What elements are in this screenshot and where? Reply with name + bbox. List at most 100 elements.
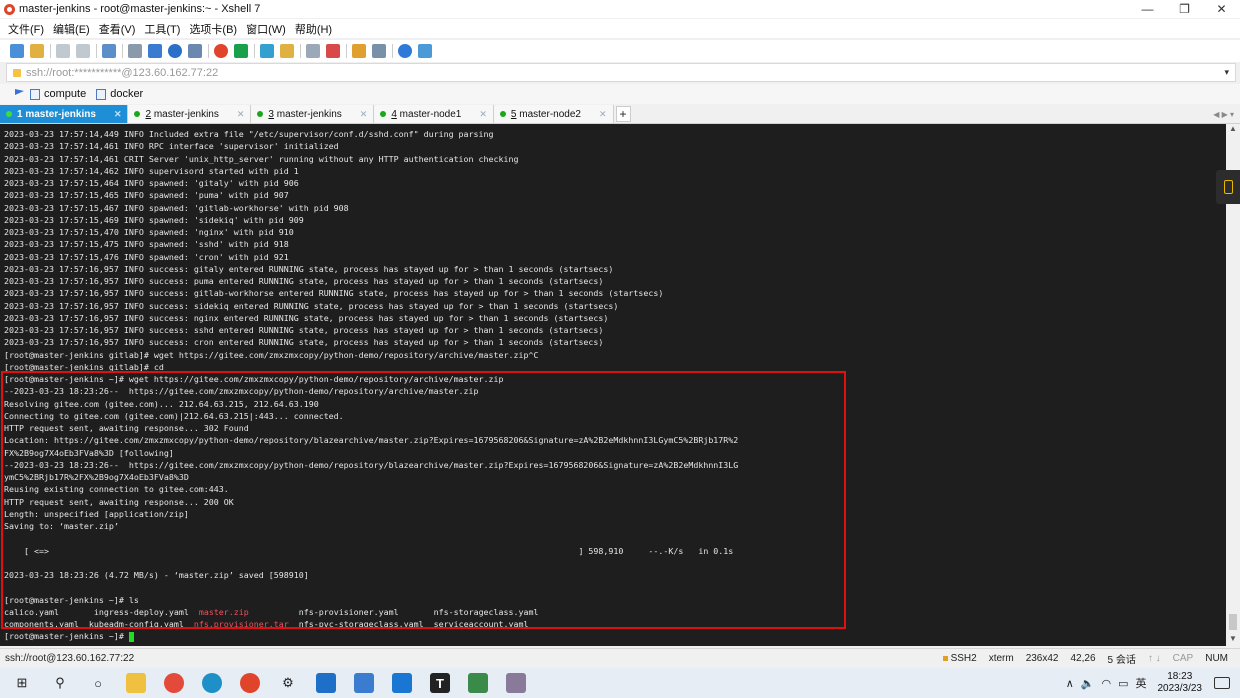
- tab-label: master-node1: [399, 108, 462, 120]
- close-button[interactable]: ✕: [1203, 0, 1240, 18]
- tab-label: master-jenkins: [153, 108, 219, 120]
- terminal-line: 2023-03-23 17:57:15,465 INFO spawned: 'p…: [4, 190, 289, 201]
- close-icon[interactable]: ✕: [114, 109, 122, 120]
- toolbar-separator: [346, 44, 347, 58]
- maximize-button[interactable]: ❐: [1166, 0, 1203, 18]
- tab-number: 2: [145, 108, 152, 120]
- menu-file[interactable]: 文件(F): [8, 21, 44, 37]
- find-icon[interactable]: [128, 44, 142, 58]
- status-cap: CAP: [1172, 653, 1194, 664]
- copy-icon[interactable]: [102, 44, 116, 58]
- search-icon[interactable]: ⚲: [50, 673, 70, 693]
- highlight-icon[interactable]: [326, 44, 340, 58]
- clock[interactable]: 18:23 2023/3/23: [1158, 671, 1203, 695]
- feishu-icon[interactable]: [392, 673, 412, 693]
- terminal-line: 2023-03-23 17:57:14,462 INFO supervisord…: [4, 165, 299, 176]
- keyboard-icon[interactable]: ▭: [1118, 677, 1128, 690]
- lock-icon[interactable]: [280, 44, 294, 58]
- vscode-icon[interactable]: [316, 673, 336, 693]
- clock-time: 18:23: [1167, 671, 1193, 682]
- close-icon[interactable]: ✕: [237, 109, 245, 120]
- new-session-icon[interactable]: [10, 44, 24, 58]
- open-folder-icon[interactable]: [30, 44, 44, 58]
- menu-tabs[interactable]: 选项卡(B): [189, 21, 237, 37]
- font-icon[interactable]: [188, 44, 202, 58]
- tab-session-3[interactable]: 3 master-jenkins ✕: [251, 105, 375, 123]
- address-bar[interactable]: ssh://root:***********@123.60.162.77:22 …: [6, 63, 1236, 82]
- tab-scroll-arrows[interactable]: ◀ ▶ ▾: [1213, 105, 1234, 123]
- keyboard-icon[interactable]: [306, 44, 320, 58]
- toolbar-separator: [392, 44, 393, 58]
- connect-icon[interactable]: [56, 44, 70, 58]
- address-input[interactable]: ssh://root:***********@123.60.162.77:22: [26, 67, 218, 79]
- terminal-line: FX%2B9og7X4oEb3FVa8%3D [following]: [4, 447, 174, 458]
- fullscreen-icon[interactable]: [260, 44, 274, 58]
- xftp-icon[interactable]: [214, 44, 228, 58]
- transfer-icon[interactable]: [234, 44, 248, 58]
- file-name: nfs-provisioner.yaml: [298, 606, 434, 617]
- terminal-settings-icon[interactable]: [148, 44, 162, 58]
- toolbar-separator: [50, 44, 51, 58]
- tab-session-5[interactable]: 5 master-node2 ✕: [493, 105, 614, 123]
- scroll-up-icon[interactable]: ▲: [1226, 124, 1240, 136]
- terminal-line: 2023-03-23 17:57:16,957 INFO success: gi…: [4, 263, 614, 274]
- battery-icon: [1223, 180, 1233, 194]
- add-tab-button[interactable]: +: [615, 106, 631, 122]
- menu-edit[interactable]: 编辑(E): [53, 21, 90, 37]
- task-view-icon[interactable]: ○: [88, 673, 108, 693]
- connected-dot-icon: [257, 111, 264, 117]
- windows-start-icon[interactable]: ⊞: [12, 673, 32, 693]
- wifi-icon[interactable]: ◠: [1101, 677, 1111, 690]
- file-name: kubeadm-config.yaml: [88, 619, 194, 629]
- terminal-line: Connecting to gitee.com (gitee.com)|212.…: [4, 410, 344, 421]
- terminal-line: 2023-03-23 17:57:15,476 INFO spawned: 'c…: [4, 251, 289, 262]
- tab-session-2[interactable]: 2 master-jenkins ✕: [128, 105, 252, 123]
- scroll-thumb[interactable]: [1229, 614, 1237, 630]
- tab-session-1[interactable]: 1 master-jenkins ✕: [0, 105, 129, 123]
- terminal-line: 2023-03-23 17:57:14,449 INFO Included ex…: [4, 129, 494, 139]
- title-bar: master-jenkins - root@master-jenkins:~ -…: [0, 0, 1240, 18]
- globe-icon[interactable]: [168, 44, 182, 58]
- chat-icon[interactable]: [418, 44, 432, 58]
- minimize-button[interactable]: —: [1129, 0, 1166, 18]
- menu-view[interactable]: 查看(V): [99, 21, 136, 37]
- volume-icon[interactable]: 🔈: [1081, 677, 1095, 690]
- notes-icon[interactable]: [354, 673, 374, 693]
- terminal-line: Saving to: ‘master.zip’: [4, 521, 119, 531]
- typora-icon[interactable]: T: [430, 673, 450, 693]
- terminal-line: [root@master-jenkins gitlab]# wget https…: [4, 349, 539, 360]
- file-name: ingress-deploy.yaml: [93, 606, 199, 617]
- settings-gear-icon[interactable]: ⚙: [278, 673, 298, 693]
- close-icon[interactable]: ✕: [599, 109, 607, 120]
- disconnect-icon[interactable]: [76, 44, 90, 58]
- close-icon[interactable]: ✕: [360, 109, 368, 120]
- script-icon[interactable]: [352, 44, 366, 58]
- link-docker[interactable]: docker: [96, 88, 143, 100]
- menu-window[interactable]: 窗口(W): [246, 21, 286, 37]
- app-icon[interactable]: [506, 673, 526, 693]
- xshell-taskbar-icon[interactable]: [240, 673, 260, 693]
- chrome-icon[interactable]: [164, 673, 184, 693]
- link-compute[interactable]: compute: [30, 88, 86, 100]
- close-icon[interactable]: ✕: [479, 109, 487, 120]
- terminal-line: 2023-03-23 17:57:15,469 INFO spawned: 's…: [4, 214, 304, 225]
- file-explorer-icon[interactable]: [126, 673, 146, 693]
- help-icon[interactable]: [398, 44, 412, 58]
- side-panel-toggle[interactable]: [1216, 170, 1240, 204]
- layout-icon[interactable]: [372, 44, 386, 58]
- notification-icon[interactable]: [1214, 677, 1230, 689]
- tab-session-4[interactable]: 4 master-node1 ✕: [374, 105, 494, 123]
- scroll-down-icon[interactable]: ▼: [1226, 634, 1240, 646]
- menu-help[interactable]: 帮助(H): [295, 21, 332, 37]
- menu-tools[interactable]: 工具(T): [144, 21, 180, 37]
- edge-icon[interactable]: [202, 673, 222, 693]
- input-language[interactable]: 英: [1136, 675, 1147, 691]
- status-details: SSH2 xterm 236x42 42,26 5 会话 ↑ ↓ CAP NUM: [942, 651, 1240, 666]
- remote-desktop-icon[interactable]: [468, 673, 488, 693]
- terminal-output[interactable]: 2023-03-23 17:57:14,449 INFO Included ex…: [0, 124, 1226, 646]
- status-sessions: 5 会话: [1107, 655, 1136, 666]
- chevron-up-icon[interactable]: ∧: [1066, 677, 1074, 690]
- chevron-down-icon[interactable]: ▾: [1224, 67, 1229, 78]
